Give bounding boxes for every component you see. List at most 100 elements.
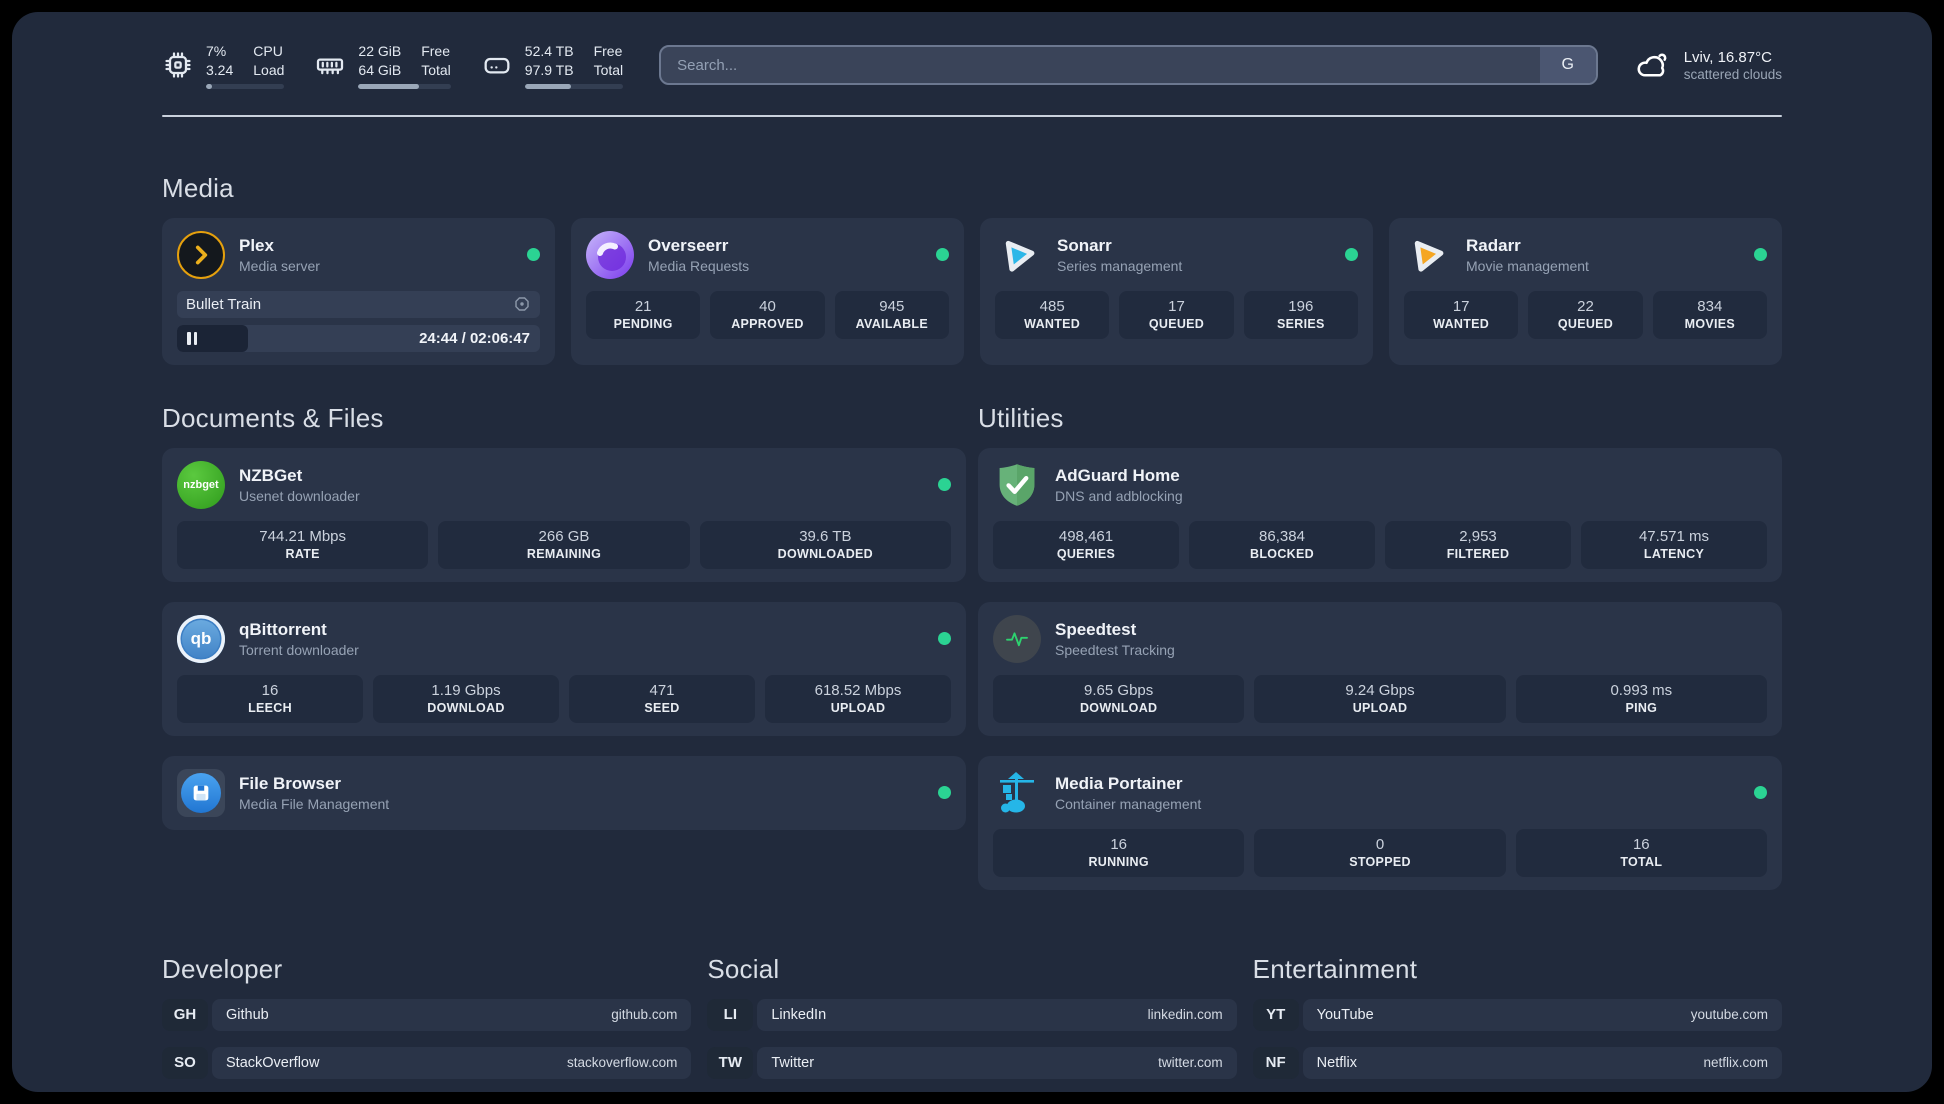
service-name: Speedtest <box>1055 619 1137 639</box>
stat-total: 16 TOTAL <box>1515 828 1767 877</box>
service-name: Plex <box>239 235 274 255</box>
service-adguard[interactable]: AdGuard Home DNS and adblocking <box>993 461 1767 509</box>
service-plex[interactable]: Plex Media server <box>177 230 540 279</box>
stat-blocked: 86,384 BLOCKED <box>1189 520 1375 569</box>
qbittorrent-icon: qb <box>177 614 225 663</box>
stat-remaining: 266 GB REMAINING <box>438 520 690 569</box>
section-documents: Documents & Files nzbget NZBGet Usenet d… <box>162 403 966 890</box>
bookmark-abbr: SO <box>162 1046 208 1079</box>
memory-total-value: 64 GiB <box>358 61 402 78</box>
cpu-usage-label: CPU <box>253 43 283 59</box>
radarr-icon <box>1404 231 1452 279</box>
disk-free-value: 52.4 TB <box>524 43 574 59</box>
adguard-icon <box>993 461 1041 509</box>
bookmark-stackoverflow[interactable]: StackOverflow stackoverflow.com <box>212 1046 692 1079</box>
top-bar: 7% 3.24 CPU Load 22 GiB 64 GiB Free Tota… <box>162 42 1782 89</box>
stat-pending: 21 PENDING <box>586 290 701 339</box>
stat-running: 16 RUNNING <box>993 828 1245 877</box>
bookmark-netflix[interactable]: Netflix netflix.com <box>1302 1046 1782 1079</box>
disk-free-label: Free <box>593 43 623 59</box>
plex-progress-row: 24:44 / 02:06:47 <box>177 324 540 352</box>
now-playing-title: Bullet Train <box>186 295 262 313</box>
filebrowser-icon <box>177 768 225 817</box>
status-dot-online <box>938 786 951 800</box>
memory-progress-bar <box>358 83 451 89</box>
bookmark-abbr: NF <box>1252 1046 1299 1079</box>
status-dot-online <box>527 248 540 262</box>
dashboard-page: 7% 3.24 CPU Load 22 GiB 64 GiB Free Tota… <box>12 12 1932 1092</box>
memory-free-value: 22 GiB <box>358 43 402 59</box>
search-input[interactable] <box>661 47 1540 84</box>
card-overseerr: Overseerr Media Requests 21 PENDING 40 A… <box>571 217 964 365</box>
service-desc: Media server <box>239 257 320 274</box>
section-title-documents: Documents & Files <box>162 402 384 433</box>
status-dot-online <box>1345 248 1358 262</box>
stat-download: 9.65 Gbps DOWNLOAD <box>993 674 1245 723</box>
stat-wanted: 485 WANTED <box>995 290 1110 339</box>
card-nzbget: nzbget NZBGet Usenet downloader 744.21 M… <box>162 447 966 582</box>
search-provider-button[interactable]: G <box>1539 47 1596 84</box>
service-name: qBittorrent <box>239 619 327 639</box>
pause-icon[interactable] <box>187 331 197 345</box>
service-name: Overseerr <box>648 235 729 255</box>
card-sonarr: Sonarr Series management 485 WANTED 17 Q… <box>980 217 1373 365</box>
speedtest-icon <box>993 614 1041 663</box>
status-dot-online <box>1754 248 1767 262</box>
bookmark-youtube[interactable]: YouTube youtube.com <box>1302 998 1782 1031</box>
stat-available: 945 AVAILABLE <box>834 290 949 339</box>
service-sonarr[interactable]: Sonarr Series management <box>995 231 1358 279</box>
bookmark-twitter[interactable]: Twitter twitter.com <box>757 1046 1237 1079</box>
memory-free-label: Free <box>421 43 451 59</box>
status-dot-online <box>936 248 949 262</box>
service-desc: Usenet downloader <box>239 487 360 504</box>
service-speedtest[interactable]: Speedtest Speedtest Tracking <box>993 614 1767 663</box>
stat-leech: 16 LEECH <box>177 674 363 723</box>
card-adguard: AdGuard Home DNS and adblocking 498,461 … <box>978 447 1782 582</box>
weather-location-temp: Lviv, 16.87°C <box>1683 48 1772 66</box>
stat-upload: 618.52 Mbps UPLOAD <box>765 674 951 723</box>
service-name: File Browser <box>239 773 342 793</box>
weather-condition: scattered clouds <box>1683 66 1782 82</box>
disk-total-value: 97.9 TB <box>524 61 574 78</box>
disk-total-label: Total <box>593 61 624 78</box>
cpu-icon <box>165 52 191 78</box>
bookmark-linkedin[interactable]: LinkedIn linkedin.com <box>757 998 1237 1031</box>
bookmark-github[interactable]: Github github.com <box>212 998 692 1031</box>
service-desc: Movie management <box>1466 257 1589 274</box>
stat-series: 196 SERIES <box>1243 290 1358 339</box>
stat-queries: 498,461 QUERIES <box>993 520 1179 569</box>
stat-latency: 47.571 ms LATENCY <box>1581 520 1767 569</box>
service-name: Radarr <box>1466 235 1521 255</box>
stat-seed: 471 SEED <box>569 674 755 723</box>
card-filebrowser: File Browser Media File Management <box>162 755 966 830</box>
bookmark-abbr: LI <box>707 998 754 1031</box>
bookmark-abbr: TW <box>707 1046 754 1079</box>
service-nzbget[interactable]: nzbget NZBGet Usenet downloader <box>177 460 951 509</box>
stat-wanted: 17 WANTED <box>1404 290 1519 339</box>
service-qbittorrent[interactable]: qb qBittorrent Torrent downloader <box>177 614 951 663</box>
service-portainer[interactable]: Media Portainer Container management <box>993 769 1767 817</box>
nzbget-icon: nzbget <box>177 460 225 509</box>
service-radarr[interactable]: Radarr Movie management <box>1404 231 1767 279</box>
search-bar: G <box>659 45 1598 86</box>
service-overseerr[interactable]: Overseerr Media Requests <box>586 230 949 279</box>
stat-ping: 0.993 ms PING <box>1515 674 1767 723</box>
service-desc: Speedtest Tracking <box>1055 641 1175 658</box>
disk-progress-fill <box>524 83 572 89</box>
cpu-load-label: Load <box>253 61 285 78</box>
stat-queued: 22 QUEUED <box>1528 290 1643 339</box>
stat-upload: 9.24 Gbps UPLOAD <box>1254 674 1506 723</box>
status-dot-online <box>1754 786 1767 800</box>
service-desc: Container management <box>1055 795 1202 812</box>
stat-rate: 744.21 Mbps RATE <box>177 520 429 569</box>
system-resources: 7% 3.24 CPU Load 22 GiB 64 GiB Free Tota… <box>162 42 624 89</box>
service-filebrowser[interactable]: File Browser Media File Management <box>177 768 951 817</box>
disk-widget: 52.4 TB 97.9 TB Free Total <box>481 42 624 89</box>
service-desc: Media Requests <box>648 257 750 274</box>
card-speedtest: Speedtest Speedtest Tracking 9.65 Gbps D… <box>978 601 1782 736</box>
weather-widget: Lviv, 16.87°C scattered clouds <box>1634 46 1782 84</box>
section-title-social: Social <box>707 953 780 984</box>
sonarr-icon <box>995 231 1043 279</box>
service-desc: DNS and adblocking <box>1055 487 1183 504</box>
plex-now-playing-row: Bullet Train <box>177 290 540 318</box>
